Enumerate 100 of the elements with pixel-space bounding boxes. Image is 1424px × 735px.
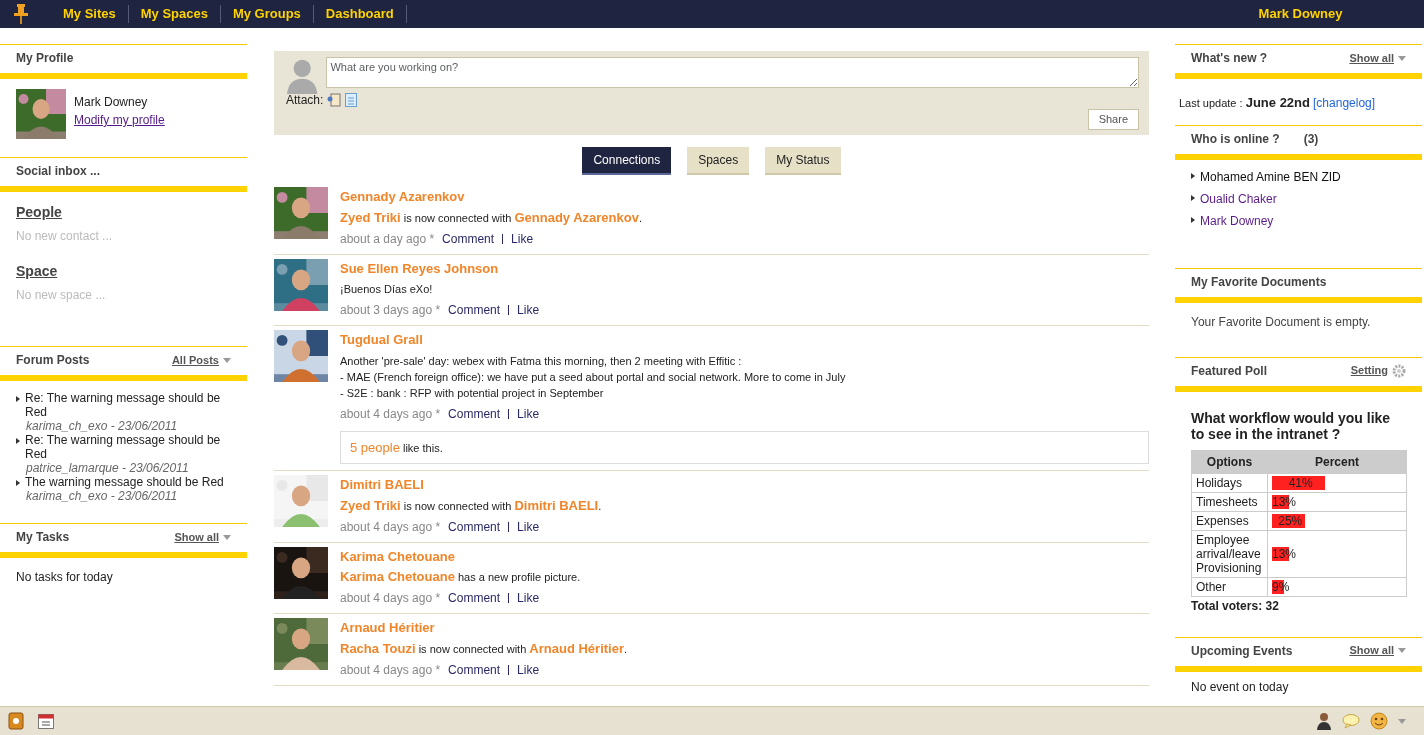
comment-link[interactable]: Comment xyxy=(448,517,501,536)
caret-icon[interactable] xyxy=(223,534,231,540)
pin-icon[interactable] xyxy=(13,3,29,25)
empty-message: No new space ... xyxy=(16,287,107,304)
last-update-text: Last update : June 22nd [changelog] xyxy=(1179,94,1377,112)
activity-text: ¡Buenos Días eXo! xyxy=(340,282,434,297)
bullet-icon xyxy=(16,480,20,486)
activity-text: Another 'pre-sale' day: webex with Fatma this morning, then 2 meeting with Effitic : - MAE (French foreign office): we have put a seed about portal and social network. More to come in July - S2E : bank : RFP with potential project in September xyxy=(340,353,847,401)
post-meta: karima_ch_exo - 23/06/2011 xyxy=(25,489,179,503)
online-user-link[interactable]: Mohamed Amine BEN ZID xyxy=(1200,167,1341,186)
like-link[interactable]: Like xyxy=(517,404,540,423)
show-all-link[interactable]: Show all xyxy=(1349,642,1406,659)
like-link[interactable]: Like xyxy=(517,517,540,536)
online-user-link[interactable]: Mark Downey xyxy=(1200,211,1274,230)
book-icon[interactable] xyxy=(8,712,24,730)
user-icon xyxy=(286,57,319,95)
bullet-icon xyxy=(1191,216,1195,223)
table-cell: Timesheets xyxy=(1191,492,1268,511)
empty-message: No new contact ... xyxy=(16,228,114,245)
nav-link[interactable]: My Sites xyxy=(51,5,129,23)
person-icon[interactable] xyxy=(1316,712,1332,730)
comment-link[interactable]: Comment xyxy=(448,660,501,679)
post-meta: karima_ch_exo - 23/06/2011 xyxy=(25,419,179,433)
show-all-link[interactable]: Show all xyxy=(174,528,231,546)
column-header: Options xyxy=(1191,450,1268,473)
bullet-icon xyxy=(1191,172,1195,179)
link-text: Setting xyxy=(1350,363,1388,379)
changelog-link[interactable]: [changelog] xyxy=(1313,96,1376,110)
panel-title: My Tasks xyxy=(16,529,70,546)
attach-label: Attach: xyxy=(286,92,324,109)
nav-link[interactable]: My Spaces xyxy=(128,5,221,23)
activity-text: Karima Chetouane has a new profile picture. xyxy=(340,569,582,585)
caret-icon[interactable] xyxy=(1398,648,1406,653)
comment-link[interactable]: Comment xyxy=(448,301,501,319)
setting-link[interactable]: Setting xyxy=(1350,362,1406,379)
profile-name: Mark Downey xyxy=(74,94,149,111)
like-link[interactable]: Like xyxy=(517,660,540,679)
activity-text: Zyed Triki is now connected with Dimitri BAELI. xyxy=(340,497,603,514)
caret-icon[interactable] xyxy=(1398,718,1406,724)
share-button[interactable]: Share xyxy=(1087,109,1139,130)
bullet-icon xyxy=(16,396,20,402)
feed-tab[interactable]: Connections xyxy=(582,147,672,175)
show-all-link[interactable]: All Posts xyxy=(171,351,231,369)
forum-post-link[interactable]: Re: The warning message should be Red xyxy=(25,391,231,419)
comment-link[interactable]: Comment xyxy=(448,589,501,607)
comment-link[interactable]: Comment xyxy=(442,229,495,248)
activity-time: about 3 days ago * xyxy=(340,302,441,319)
poll-question: What workflow would you like to see in the intranet ? xyxy=(1191,409,1392,442)
like-link[interactable]: Like xyxy=(517,589,540,607)
panel-title: Forum Posts xyxy=(16,352,90,369)
activity-time: about 4 days ago * xyxy=(340,518,441,536)
table-cell: Employee arrival/leave Provisioning xyxy=(1191,530,1268,577)
link-text: Show all xyxy=(1349,643,1394,659)
bullet-icon xyxy=(16,438,20,444)
link-text: Show all xyxy=(1349,50,1394,66)
link-text: Show all xyxy=(174,529,219,545)
comment-link[interactable]: Comment xyxy=(448,404,501,423)
caret-icon[interactable] xyxy=(223,357,231,363)
show-all-link[interactable]: Show all xyxy=(1349,49,1406,67)
section-heading[interactable]: People xyxy=(16,202,231,223)
empty-message: No event on today xyxy=(1191,678,1290,696)
forum-post-link[interactable]: The warning message should be Red xyxy=(25,475,224,489)
status-input[interactable]: What are you working on? xyxy=(326,57,1139,88)
likes-text: 5 people like this. xyxy=(350,441,443,454)
speech-bubble-icon[interactable] xyxy=(1342,713,1360,729)
panel-title: My Favorite Documents xyxy=(1191,273,1327,291)
percent-value: 41% xyxy=(1288,475,1313,490)
activity-text: Racha Touzi is now connected with Arnaud Héritier. xyxy=(340,640,629,657)
feed-tab[interactable]: My Status xyxy=(765,147,841,175)
caret-icon[interactable] xyxy=(1398,55,1406,61)
activity-time: about a day ago * xyxy=(340,230,435,248)
panel-title: Featured Poll xyxy=(1191,362,1267,380)
panel-title: What's new ? xyxy=(1191,50,1268,67)
percent-value: 25% xyxy=(1278,513,1303,528)
like-link[interactable]: Like xyxy=(517,301,540,319)
document-icon[interactable] xyxy=(327,93,342,107)
gear-icon xyxy=(1392,363,1406,378)
activity-time: about 4 days ago * xyxy=(340,405,441,423)
nav-link[interactable]: My Groups xyxy=(220,5,314,23)
calendar-icon[interactable] xyxy=(38,713,54,729)
online-user-link[interactable]: Oualid Chaker xyxy=(1200,189,1277,208)
bullet-icon xyxy=(1191,194,1195,201)
nav-link[interactable]: Dashboard xyxy=(313,5,407,23)
empty-message: Your Favorite Document is empty. xyxy=(1191,313,1372,331)
panel-title: Upcoming Events xyxy=(1191,642,1293,660)
table-cell: Other xyxy=(1191,577,1268,596)
user-name[interactable]: Mark Downey xyxy=(1177,4,1424,24)
like-link[interactable]: Like xyxy=(511,229,534,248)
activity-time: about 4 days ago * xyxy=(340,661,441,679)
feed-tab[interactable]: Spaces xyxy=(687,147,750,175)
table-cell: Holidays xyxy=(1191,473,1268,492)
panel-title: Social inbox ... xyxy=(16,163,101,180)
section-heading[interactable]: Space xyxy=(16,261,231,282)
activity-text: Zyed Triki is now connected with Gennady Azarenkov. xyxy=(340,209,643,226)
forum-post-link[interactable]: Re: The warning message should be Red xyxy=(25,433,231,461)
document-icon[interactable] xyxy=(345,93,358,107)
smiley-icon[interactable] xyxy=(1370,712,1388,730)
panel-title: Who is online ? xyxy=(1191,130,1280,148)
profile-link[interactable]: Modify my profile xyxy=(74,113,165,127)
empty-message: No tasks for today xyxy=(16,569,114,586)
